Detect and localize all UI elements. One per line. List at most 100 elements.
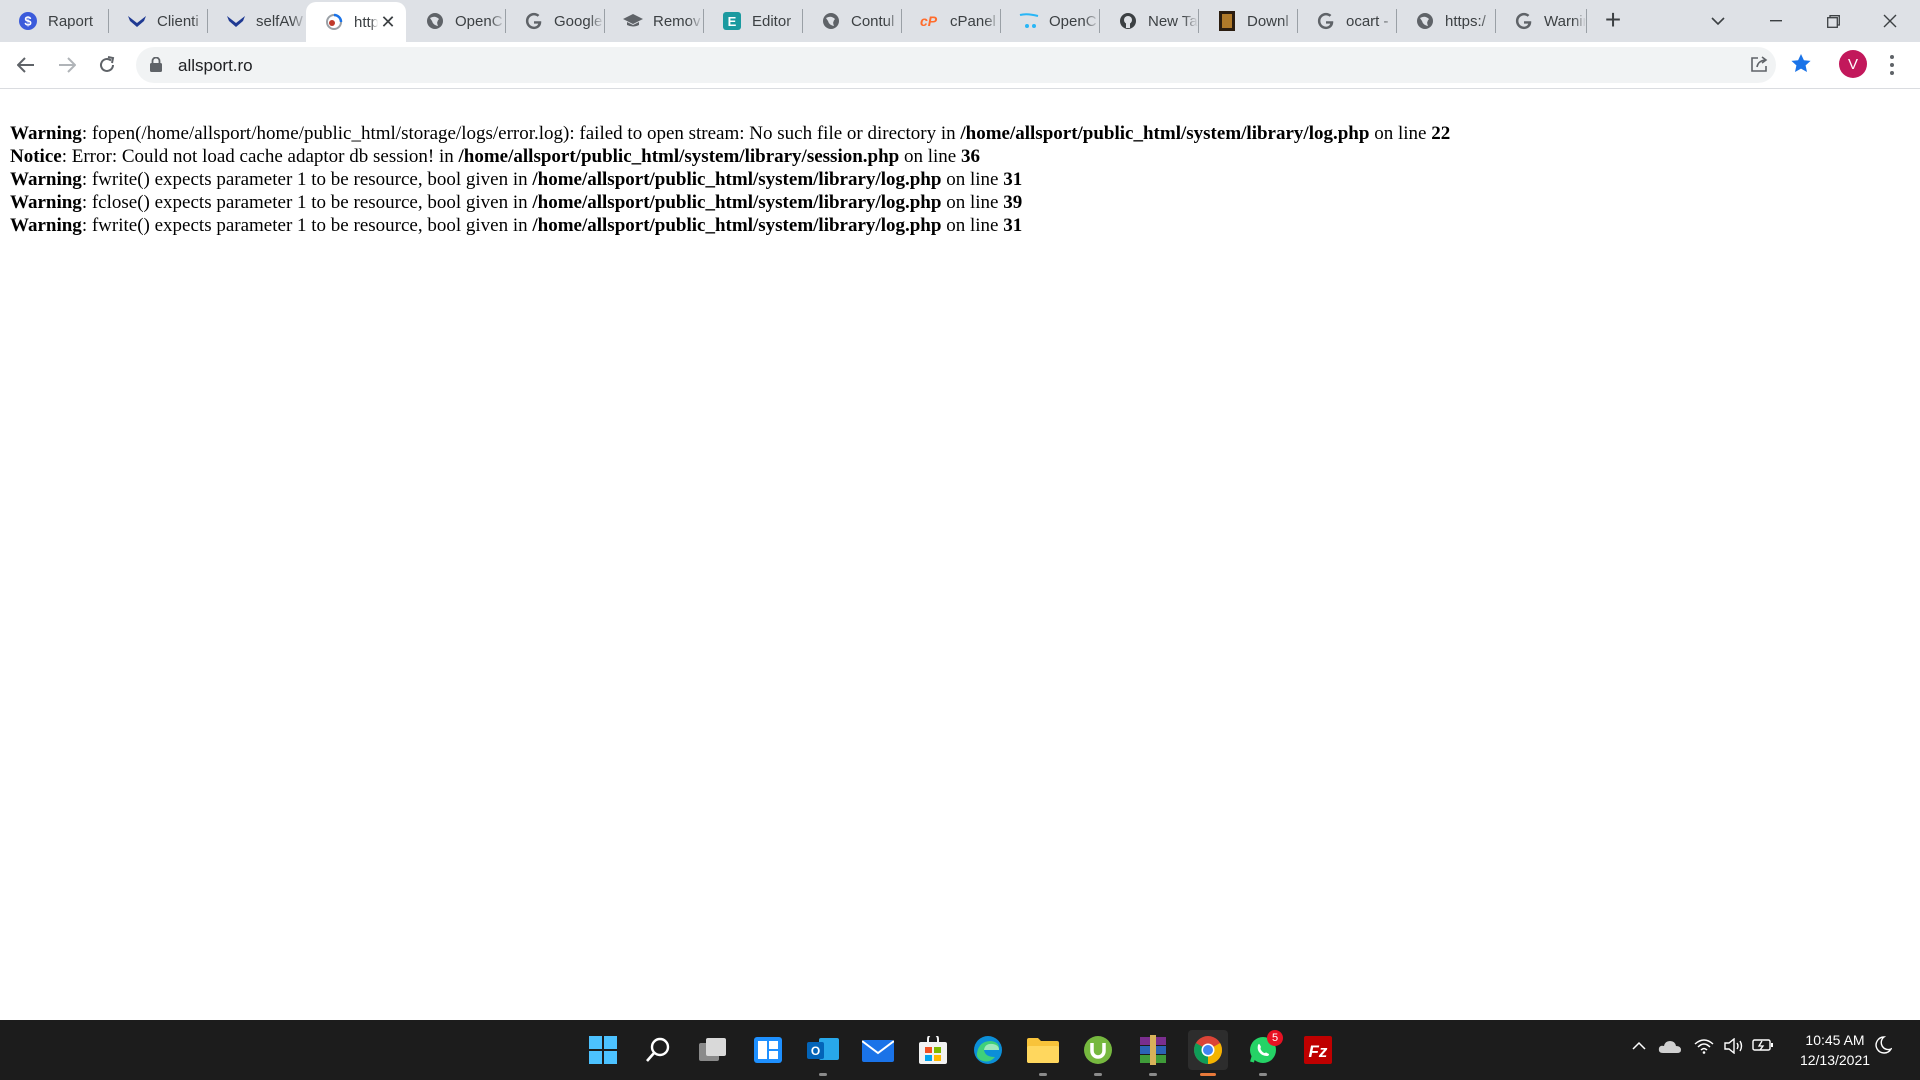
- tab-https[interactable]: https:/: [1397, 0, 1495, 42]
- message-file: /home/allsport/public_html/system/librar…: [532, 169, 942, 190]
- widgets-icon[interactable]: [748, 1030, 788, 1070]
- tab-divider: [1586, 9, 1587, 33]
- tab-new-tab[interactable]: New Ta: [1100, 0, 1198, 42]
- svg-text:E: E: [728, 14, 737, 29]
- filezilla-icon[interactable]: Fz: [1298, 1030, 1338, 1070]
- error-message: Warning: fclose() expects parameter 1 to…: [10, 191, 1910, 214]
- minimize-button[interactable]: [1748, 0, 1804, 42]
- message-online: on line: [941, 169, 1004, 190]
- message-online: on line: [1369, 123, 1432, 144]
- error-message: Warning: fwrite() expects parameter 1 to…: [10, 168, 1910, 191]
- browser-toolbar: allsport.ro V: [0, 42, 1920, 89]
- clock-time: 10:45 AM: [1805, 1032, 1865, 1048]
- lock-icon[interactable]: [150, 56, 162, 77]
- tab-title: Clienti: [157, 12, 199, 30]
- outlook-icon[interactable]: O: [803, 1030, 843, 1076]
- tab-selfaw[interactable]: selfAW: [208, 0, 306, 42]
- svg-text:$: $: [24, 14, 32, 29]
- volume-icon[interactable]: [1724, 1037, 1744, 1059]
- back-button[interactable]: [10, 49, 42, 81]
- profile-avatar[interactable]: V: [1839, 50, 1867, 78]
- google-icon: [524, 11, 544, 31]
- google-icon: [1514, 11, 1534, 31]
- search-icon[interactable]: [638, 1030, 678, 1070]
- tab-active-http[interactable]: http ✕: [306, 2, 406, 42]
- message-online: on line: [941, 215, 1004, 236]
- share-icon[interactable]: [1750, 55, 1770, 78]
- cpanel-icon: cP: [920, 11, 940, 31]
- message-file: /home/allsport/public_html/system/librar…: [532, 192, 942, 213]
- tab-title: http: [354, 13, 378, 31]
- tab-title: Remov: [653, 12, 701, 30]
- dollar-icon: $: [18, 11, 38, 31]
- globe-icon: [1415, 11, 1435, 31]
- wifi-icon[interactable]: [1694, 1038, 1714, 1059]
- tab-loading-icon: [324, 12, 344, 32]
- tab-title: Contul: [851, 12, 895, 30]
- tab-contul[interactable]: Contul: [803, 0, 901, 42]
- tab-remov[interactable]: Remov: [605, 0, 703, 42]
- address-text[interactable]: allsport.ro: [178, 56, 253, 76]
- tab-opencart[interactable]: OpenC: [1001, 0, 1099, 42]
- message-file: /home/allsport/public_html/system/librar…: [960, 123, 1370, 144]
- tab-ocart[interactable]: ocart -: [1298, 0, 1396, 42]
- forward-button[interactable]: [51, 49, 83, 81]
- message-text: : fwrite() expects parameter 1 to be res…: [81, 215, 533, 236]
- chrome-icon[interactable]: [1188, 1030, 1228, 1076]
- winrar-icon[interactable]: [1133, 1030, 1173, 1076]
- notification-badge: 5: [1267, 1030, 1283, 1046]
- battery-icon[interactable]: [1752, 1038, 1774, 1057]
- bird-icon: [226, 11, 246, 31]
- tab-editor[interactable]: E Editor: [704, 0, 802, 42]
- file-explorer-icon[interactable]: [1023, 1030, 1063, 1076]
- tab-title: https:/: [1445, 12, 1486, 30]
- show-hidden-icons-chevron-icon[interactable]: [1632, 1038, 1646, 1056]
- tab-raport[interactable]: $ Raport: [0, 0, 108, 42]
- whatsapp-icon[interactable]: 5: [1243, 1030, 1283, 1076]
- tab-search-chevron-icon[interactable]: [1690, 0, 1746, 42]
- error-message: Notice: Error: Could not load cache adap…: [10, 145, 1910, 168]
- windows-taskbar: O 5 Fz 10:45 AM 12/13/2021: [0, 1020, 1920, 1080]
- start-icon[interactable]: [583, 1030, 623, 1070]
- tab-title: Warnin: [1544, 12, 1586, 30]
- message-file: /home/allsport/public_html/system/librar…: [458, 146, 900, 167]
- mail-icon[interactable]: [858, 1030, 898, 1070]
- tab-cpanel[interactable]: cP cPanel: [902, 0, 1000, 42]
- restore-button[interactable]: [1805, 0, 1861, 42]
- page-content: Warning: fopen(/home/allsport/home/publi…: [10, 122, 1910, 237]
- tab-download[interactable]: Downl: [1199, 0, 1297, 42]
- tab-title: ocart -: [1346, 12, 1389, 30]
- editor-e-icon: E: [722, 11, 742, 31]
- system-clock[interactable]: 10:45 AM 12/13/2021: [1790, 1030, 1880, 1070]
- tab-google[interactable]: Google: [506, 0, 604, 42]
- message-line: 39: [1003, 192, 1023, 213]
- utorrent-icon[interactable]: [1078, 1030, 1118, 1076]
- github-icon: [1118, 11, 1138, 31]
- error-message: Warning: fwrite() expects parameter 1 to…: [10, 214, 1910, 237]
- tab-openc[interactable]: OpenC: [407, 0, 505, 42]
- tab-warning[interactable]: Warnin: [1496, 0, 1586, 42]
- graduation-cap-icon: [623, 11, 643, 31]
- store-icon[interactable]: [913, 1030, 953, 1070]
- edge-icon[interactable]: [968, 1030, 1008, 1070]
- message-online: on line: [899, 146, 961, 167]
- close-tab-icon[interactable]: ✕: [378, 12, 398, 33]
- new-tab-button[interactable]: +: [1598, 6, 1628, 36]
- reload-button[interactable]: [91, 49, 123, 81]
- google-icon: [1316, 11, 1336, 31]
- error-message: Warning: fopen(/home/allsport/home/publi…: [10, 122, 1910, 145]
- message-level: Notice: [10, 146, 62, 167]
- message-text: : fclose() expects parameter 1 to be res…: [81, 192, 533, 213]
- tab-clienti[interactable]: Clienti: [109, 0, 207, 42]
- address-bar[interactable]: allsport.ro: [136, 47, 1776, 83]
- tab-title: Editor: [752, 12, 792, 30]
- svg-text:Fz: Fz: [1309, 1042, 1328, 1061]
- globe-icon: [425, 11, 445, 31]
- focus-assist-moon-icon[interactable]: [1874, 1036, 1893, 1061]
- task-view-icon[interactable]: [693, 1030, 733, 1070]
- bookmark-star-icon[interactable]: [1790, 53, 1812, 79]
- message-level: Warning: [10, 215, 82, 236]
- browser-menu-icon[interactable]: [1882, 52, 1902, 78]
- close-window-button[interactable]: [1862, 0, 1918, 42]
- onedrive-icon[interactable]: [1658, 1038, 1682, 1059]
